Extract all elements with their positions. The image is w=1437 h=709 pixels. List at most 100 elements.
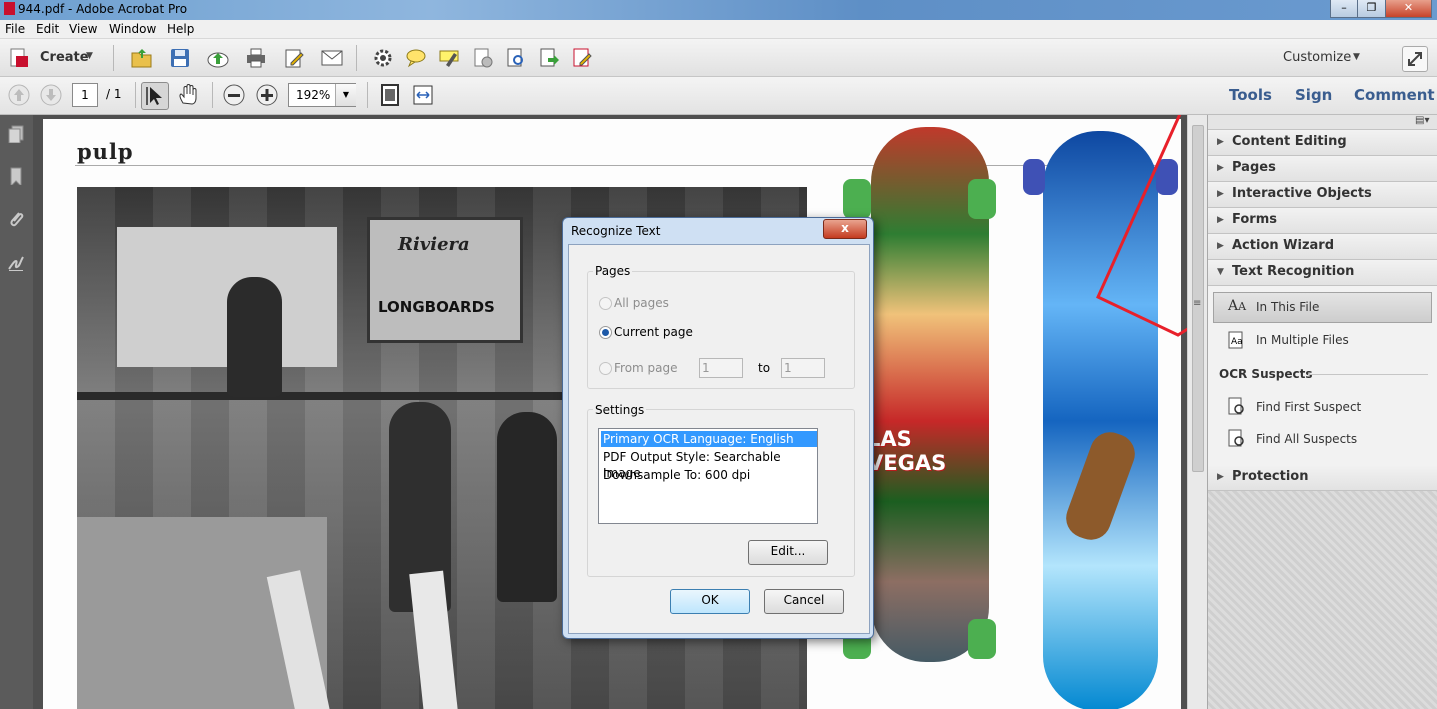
dialog-close-button[interactable]: x xyxy=(823,219,867,239)
menu-help[interactable]: Help xyxy=(167,22,194,36)
window-title: 944.pdf - Adobe Acrobat Pro xyxy=(4,2,187,16)
zoom-in-icon[interactable] xyxy=(255,83,279,107)
upload-cloud-icon[interactable] xyxy=(206,47,230,69)
section-action-wizard[interactable]: ▶ Action Wizard xyxy=(1208,234,1437,260)
full-screen-button[interactable] xyxy=(1402,46,1428,72)
menu-file[interactable]: File xyxy=(5,22,25,36)
form-edit-icon[interactable] xyxy=(571,47,593,69)
toolbar-separator xyxy=(212,82,213,108)
left-navigation-pane xyxy=(0,115,33,709)
minimize-button[interactable]: – xyxy=(1330,0,1358,18)
next-page-icon[interactable] xyxy=(39,83,63,107)
multiple-files-icon: Aa xyxy=(1228,331,1243,349)
find-first-suspect-item[interactable]: Find First Suspect xyxy=(1208,396,1437,420)
page-total: / 1 xyxy=(106,87,122,101)
cursor-arrow-icon xyxy=(146,87,162,105)
all-pages-label: All pages xyxy=(614,296,669,310)
all-pages-radio[interactable] xyxy=(599,297,612,310)
bookmarks-icon[interactable] xyxy=(8,167,24,185)
redact-icon[interactable] xyxy=(472,47,494,69)
from-page-input[interactable]: 1 xyxy=(699,358,743,378)
splitter-grip-icon[interactable]: ≡ xyxy=(1193,298,1201,309)
toolbar-separator xyxy=(135,82,136,108)
maximize-button[interactable]: ❐ xyxy=(1357,0,1386,18)
find-all-suspects-item[interactable]: Find All Suspects xyxy=(1208,428,1437,452)
menu-window[interactable]: Window xyxy=(109,22,156,36)
section-interactive-objects[interactable]: ▶ Interactive Objects xyxy=(1208,182,1437,208)
settings-item-ocr-language[interactable]: Primary OCR Language: English (US) xyxy=(601,431,817,462)
create-pdf-icon xyxy=(10,48,28,67)
cancel-button[interactable]: Cancel xyxy=(764,589,844,614)
fit-page-icon[interactable] xyxy=(378,83,402,107)
customize-menu[interactable]: Customize xyxy=(1283,50,1351,65)
gear-icon[interactable] xyxy=(372,47,394,69)
previous-page-icon[interactable] xyxy=(7,83,31,107)
ocr-suspects-heading: OCR Suspects xyxy=(1219,367,1313,381)
highlight-icon[interactable] xyxy=(438,47,460,69)
chevron-down-icon: ▼ xyxy=(86,51,93,61)
pdf-app-icon xyxy=(4,2,15,15)
current-page-label: Current page xyxy=(614,325,693,339)
toolbar-separator xyxy=(113,45,114,71)
toolbar-separator xyxy=(356,45,357,71)
print-icon[interactable] xyxy=(245,47,267,69)
current-page-radio[interactable] xyxy=(599,326,612,339)
edit-settings-button[interactable]: Edit... xyxy=(748,540,828,565)
from-page-radio[interactable] xyxy=(599,362,612,375)
close-window-button[interactable]: ✕ xyxy=(1385,0,1432,18)
toolbar-separator xyxy=(367,82,368,108)
menu-view[interactable]: View xyxy=(69,22,97,36)
signatures-icon[interactable] xyxy=(8,253,24,271)
email-icon[interactable] xyxy=(320,48,344,68)
section-pages[interactable]: ▶ Pages xyxy=(1208,156,1437,182)
pages-group-label: Pages xyxy=(593,264,633,278)
open-folder-icon[interactable] xyxy=(130,47,154,69)
recognize-text-dialog: Recognize Text x Pages All pages Current… xyxy=(562,217,874,639)
section-protection[interactable]: ▶ Protection xyxy=(1208,465,1437,491)
dialog-title: Recognize Text xyxy=(571,224,661,238)
settings-item-downsample[interactable]: Downsample To: 600 dpi xyxy=(601,467,817,483)
page-number-input[interactable]: 1 xyxy=(72,83,98,107)
in-multiple-files-item[interactable]: Aa In Multiple Files xyxy=(1208,329,1437,353)
to-label: to xyxy=(758,361,771,375)
navigation-toolbar: 1 / 1 192% ▼ Tools Sign Comment xyxy=(0,77,1437,115)
create-button[interactable]: Create ▼ xyxy=(8,47,98,69)
tab-sign[interactable]: Sign xyxy=(1295,86,1332,104)
fit-width-icon[interactable] xyxy=(411,83,435,107)
edit-document-icon[interactable] xyxy=(283,47,305,69)
svg-text:Aa: Aa xyxy=(1231,337,1243,347)
settings-group-label: Settings xyxy=(593,403,647,417)
tab-tools[interactable]: Tools xyxy=(1229,86,1272,104)
main-toolbar: Create ▼ Customize ▼ xyxy=(0,39,1437,77)
section-forms[interactable]: ▶ Forms xyxy=(1208,208,1437,234)
document-scrollbar[interactable]: ≡ xyxy=(1187,115,1207,709)
in-this-file-item[interactable]: AA In This File xyxy=(1213,292,1432,323)
attachments-icon[interactable] xyxy=(8,209,24,227)
title-bar: 944.pdf - Adobe Acrobat Pro – ❐ ✕ xyxy=(0,0,1437,20)
menu-bar: File Edit View Window Help xyxy=(0,20,1437,39)
ok-button[interactable]: OK xyxy=(670,589,750,614)
panel-options-icon[interactable]: ▤▾ xyxy=(1415,115,1429,126)
to-page-input[interactable]: 1 xyxy=(781,358,825,378)
page-thumbnails-icon[interactable] xyxy=(8,125,24,143)
ocr-text-icon: AA xyxy=(1228,298,1247,314)
export-icon[interactable] xyxy=(538,47,560,69)
find-all-suspects-icon xyxy=(1228,429,1244,447)
menu-edit[interactable]: Edit xyxy=(36,22,59,36)
tools-panel: ▤▾ ▶ Content Editing ▶ Pages ▶ Interactive … xyxy=(1207,115,1437,709)
find-document-icon[interactable] xyxy=(505,47,527,69)
zoom-select[interactable]: 192% ▼ xyxy=(288,83,356,107)
zoom-out-icon[interactable] xyxy=(222,83,246,107)
save-icon[interactable] xyxy=(169,47,191,69)
section-content-editing[interactable]: ▶ Content Editing xyxy=(1208,130,1437,156)
settings-item-output-style[interactable]: PDF Output Style: Searchable Image xyxy=(601,449,817,480)
select-tool-button[interactable] xyxy=(141,82,169,110)
settings-list[interactable]: Primary OCR Language: English (US) PDF O… xyxy=(598,428,818,524)
comment-bubble-icon[interactable] xyxy=(405,47,427,69)
hand-tool-icon[interactable] xyxy=(176,83,200,107)
tab-comment[interactable]: Comment xyxy=(1354,86,1435,104)
expand-icon xyxy=(1408,52,1422,66)
section-text-recognition[interactable]: ▼ Text Recognition xyxy=(1208,260,1437,286)
chevron-down-icon: ▼ xyxy=(335,84,356,106)
ocr-suspects-rule xyxy=(1308,374,1428,375)
